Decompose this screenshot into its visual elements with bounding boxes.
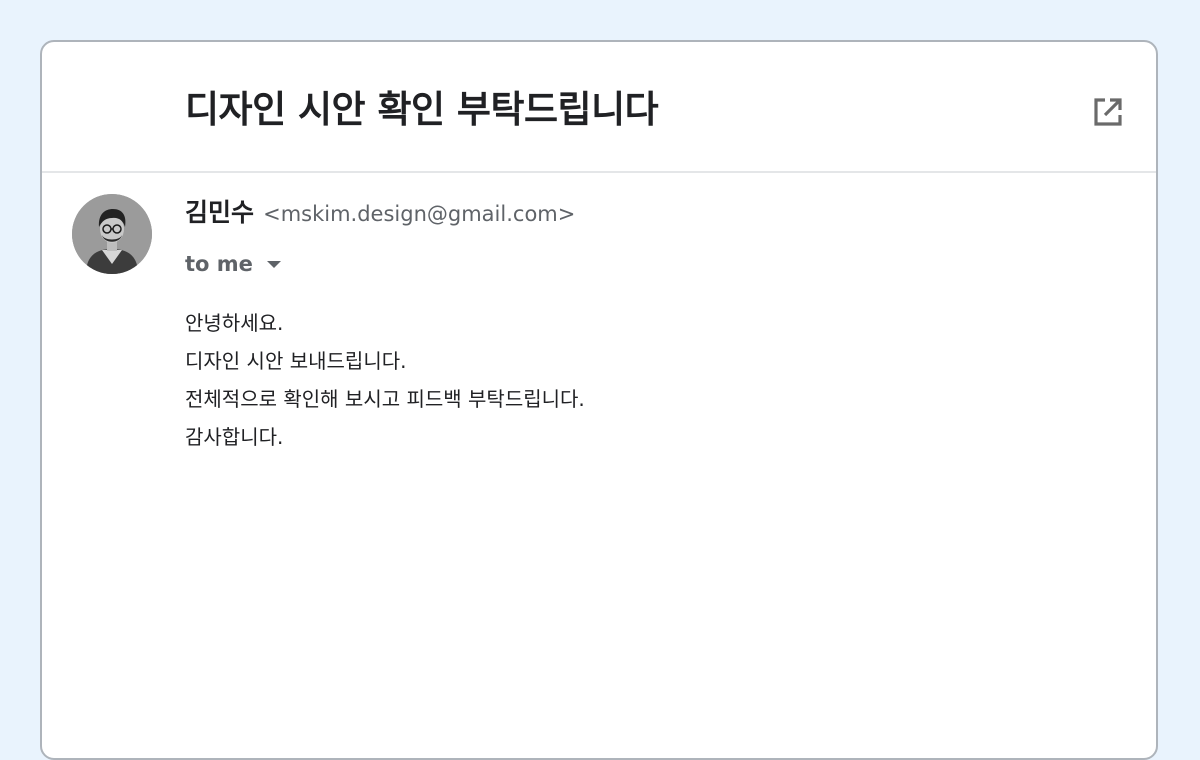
body-line: 감사합니다. [185, 425, 284, 449]
sender-email: <mskim.design@gmail.com> [263, 202, 576, 226]
caret-down-icon[interactable] [266, 260, 281, 268]
body-line: 디자인 시안 보내드립니다. [185, 349, 407, 373]
open-in-new-window-icon[interactable] [1088, 92, 1128, 132]
sender-avatar[interactable] [72, 194, 152, 274]
email-body: 안녕하세요. 디자인 시안 보내드립니다. 전체적으로 확인해 보시고 피드백 … [185, 304, 585, 456]
email-card: 디자인 시안 확인 부탁드립니다 김민수 <mskim.design@gmail… [40, 40, 1158, 760]
email-subject: 디자인 시안 확인 부탁드립니다 [185, 88, 659, 131]
body-line: 안녕하세요. [185, 311, 284, 335]
body-line: 전체적으로 확인해 보시고 피드백 부탁드립니다. [185, 387, 585, 411]
email-header: 디자인 시안 확인 부탁드립니다 [42, 42, 1156, 173]
recipient-details-toggle[interactable]: to me [185, 249, 281, 279]
sender-name[interactable]: 김민수 [185, 198, 254, 227]
recipient-label: to me [185, 252, 253, 276]
sender-line: 김민수 <mskim.design@gmail.com> [185, 198, 575, 231]
